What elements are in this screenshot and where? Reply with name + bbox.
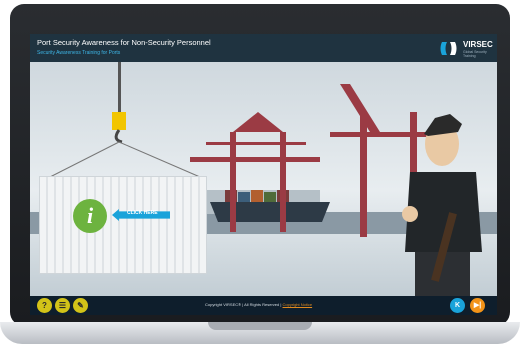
brand-name: VIRSEC: [463, 40, 493, 49]
cargo-ship: [210, 202, 330, 222]
previous-button[interactable]: K: [450, 298, 465, 313]
click-here-label[interactable]: CLICK HERE: [127, 210, 158, 216]
copyright-notice-link[interactable]: Copyright Notice: [283, 302, 313, 307]
help-icon[interactable]: ?: [37, 298, 52, 313]
shipping-container: i CLICK HERE: [39, 176, 207, 274]
port-scene: i CLICK HERE: [30, 62, 497, 296]
menu-list-icon[interactable]: ☰: [55, 298, 70, 313]
brand-tagline: Global Security Training: [463, 50, 487, 58]
laptop-notch: [208, 322, 312, 330]
pencil-notes-icon[interactable]: ✎: [73, 298, 88, 313]
crane-hook-block: [112, 112, 126, 130]
next-button[interactable]: ▶|: [470, 298, 485, 313]
brand-shield-icon: [440, 42, 457, 55]
course-title: Port Security Awareness for Non-Security…: [37, 38, 211, 47]
course-subtitle: Security Awareness Training for Ports: [37, 50, 121, 56]
title-bar: Port Security Awareness for Non-Security…: [30, 34, 497, 62]
brand-logo: VIRSEC Global Security Training: [439, 40, 493, 58]
course-screen: Port Security Awareness for Non-Security…: [30, 34, 497, 315]
crane-cable: [118, 62, 121, 114]
copyright-text: Copyright VIRSEC® | All Rights Reserved …: [205, 302, 312, 307]
copyright-label: Copyright VIRSEC® | All Rights Reserved …: [205, 302, 282, 307]
info-icon[interactable]: i: [73, 199, 107, 233]
footer-bar: ? ☰ ✎ Copyright VIRSEC® | All Rights Res…: [30, 296, 497, 315]
